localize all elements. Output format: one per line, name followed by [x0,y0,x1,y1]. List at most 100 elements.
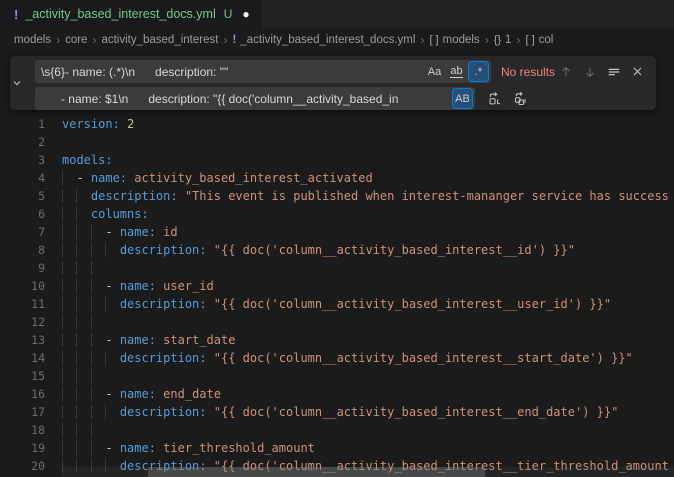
code-line-content[interactable]: description: "{{ doc('column__activity_b… [62,241,575,259]
code-line-content[interactable] [62,259,105,277]
code-line-content[interactable]: - name: user_id [62,277,214,295]
horizontal-scrollbar-track[interactable] [62,467,674,477]
breadcrumb-label: _activity_based_interest_docs.yml [240,34,415,46]
code-line-content[interactable] [62,367,105,385]
match-case-button[interactable]: Aa [425,62,444,81]
find-replace-widget: Aa ab .* No results [10,56,656,110]
code-line-content[interactable] [62,421,105,439]
code-line: 2 [0,133,674,151]
line-number: 17 [0,403,45,421]
line-number: 14 [0,349,45,367]
breadcrumb-label: models [443,34,480,46]
code-line: 16 - name: end_date [0,385,674,403]
line-number: 1 [0,115,45,133]
find-next-button[interactable] [579,61,600,82]
line-number: 13 [0,331,45,349]
breadcrumb-item-col[interactable]: [ ] col [525,34,553,46]
code-line-content[interactable]: - name: id [62,223,178,241]
breadcrumb-item-core[interactable]: core [65,34,87,46]
code-line: 14 description: "{{ doc('column__activit… [0,349,674,367]
line-number: 15 [0,367,45,385]
breadcrumb-item-_activity_based_interest_docs-yml[interactable]: ! _activity_based_interest_docs.yml [232,34,415,46]
selection-lines-icon [607,65,621,79]
code-line-content[interactable]: description: "{{ doc('column__activity_b… [62,295,611,313]
whole-word-label: ab [450,66,462,78]
code-line-content[interactable]: - name: start_date [62,331,235,349]
code-line: 7 - name: id [0,223,674,241]
close-find-widget-button[interactable] [627,61,648,82]
code-line-content[interactable]: description: "{{ doc('column__activity_b… [62,403,618,421]
find-input[interactable] [35,65,425,79]
replace-button[interactable] [484,88,505,109]
line-number: 2 [0,133,45,151]
code-line-content[interactable]: models: [62,151,113,169]
line-number: 4 [0,169,45,187]
tab-activity-based-interest-docs[interactable]: ! _activity_based_interest_docs.yml U ● [0,0,263,28]
line-number: 6 [0,205,45,223]
breadcrumb-separator: › [223,33,227,47]
find-previous-button[interactable] [555,61,576,82]
find-in-selection-button[interactable] [603,61,624,82]
breadcrumb-separator: › [516,33,520,47]
breadcrumb-label: activity_based_interest [101,34,218,46]
line-number: 8 [0,241,45,259]
breadcrumb-separator: › [92,33,96,47]
code-line-content[interactable]: columns: [62,205,149,223]
arrow-up-icon [559,65,573,79]
breadcrumb-item-1[interactable]: {}1 [494,34,512,46]
results-count: No results [501,65,555,79]
breadcrumb-item-models[interactable]: models [14,34,51,46]
breadcrumb-item-models[interactable]: [ ] models [429,34,479,46]
breadcrumb-item-activity_based_interest[interactable]: activity_based_interest [101,34,218,46]
whole-word-button[interactable]: ab [447,62,466,81]
line-number: 10 [0,277,45,295]
array-symbol-icon: [ ] [429,34,438,46]
breadcrumb-label: models [14,34,51,46]
dirty-indicator[interactable]: ● [242,7,249,21]
breadcrumb-label: col [539,34,554,46]
breadcrumb-separator: › [56,33,60,47]
code-line: 18 [0,421,674,439]
line-number: 12 [0,313,45,331]
line-number: 7 [0,223,45,241]
replace-all-button[interactable] [510,88,531,109]
code-line: 8 description: "{{ doc('column__activity… [0,241,674,259]
code-line-content[interactable] [62,313,105,331]
line-number: 3 [0,151,45,169]
replace-input-box: AB [35,87,475,110]
line-number: 9 [0,259,45,277]
code-line: 17 description: "{{ doc('column__activit… [0,403,674,421]
code-line-content[interactable]: - name: tier_threshold_amount [62,439,315,457]
find-input-box: Aa ab .* [35,60,491,83]
code-line: 19 - name: tier_threshold_amount [0,439,674,457]
yaml-file-icon: ! [14,7,18,22]
code-line: 3 models: [0,151,674,169]
line-number: 20 [0,457,45,475]
replace-input[interactable] [35,92,453,106]
line-number: 5 [0,187,45,205]
breadcrumb-separator: › [420,33,424,47]
git-untracked-badge: U [224,7,233,21]
code-line: 4 - name: activity_based_interest_activa… [0,169,674,187]
breadcrumb-separator: › [485,33,489,47]
replace-icon [487,91,502,106]
close-icon [631,65,644,78]
code-line-content[interactable]: - name: end_date [62,385,221,403]
line-number: 11 [0,295,45,313]
breadcrumb-label: core [65,34,87,46]
code-area: 1version: 223models:4 - name: activity_b… [0,115,674,475]
code-line: 10 - name: user_id [0,277,674,295]
horizontal-scrollbar[interactable] [148,467,485,477]
array-symbol-icon: [ ] [525,34,534,46]
code-line-content[interactable]: description: "{{ doc('column__activity_b… [62,349,633,367]
yaml-file-icon: ! [232,34,236,46]
code-line-content[interactable]: version: 2 [62,115,134,133]
regex-button[interactable]: .* [469,62,488,81]
toggle-replace-button[interactable] [10,56,25,110]
code-line: 13 - name: start_date [0,331,674,349]
replace-all-icon [513,91,528,106]
preserve-case-button[interactable]: AB [453,89,472,108]
code-line-content[interactable]: description: "This event is published wh… [62,187,669,205]
code-line: 15 [0,367,674,385]
code-line-content[interactable]: - name: activity_based_interest_activate… [62,169,373,187]
